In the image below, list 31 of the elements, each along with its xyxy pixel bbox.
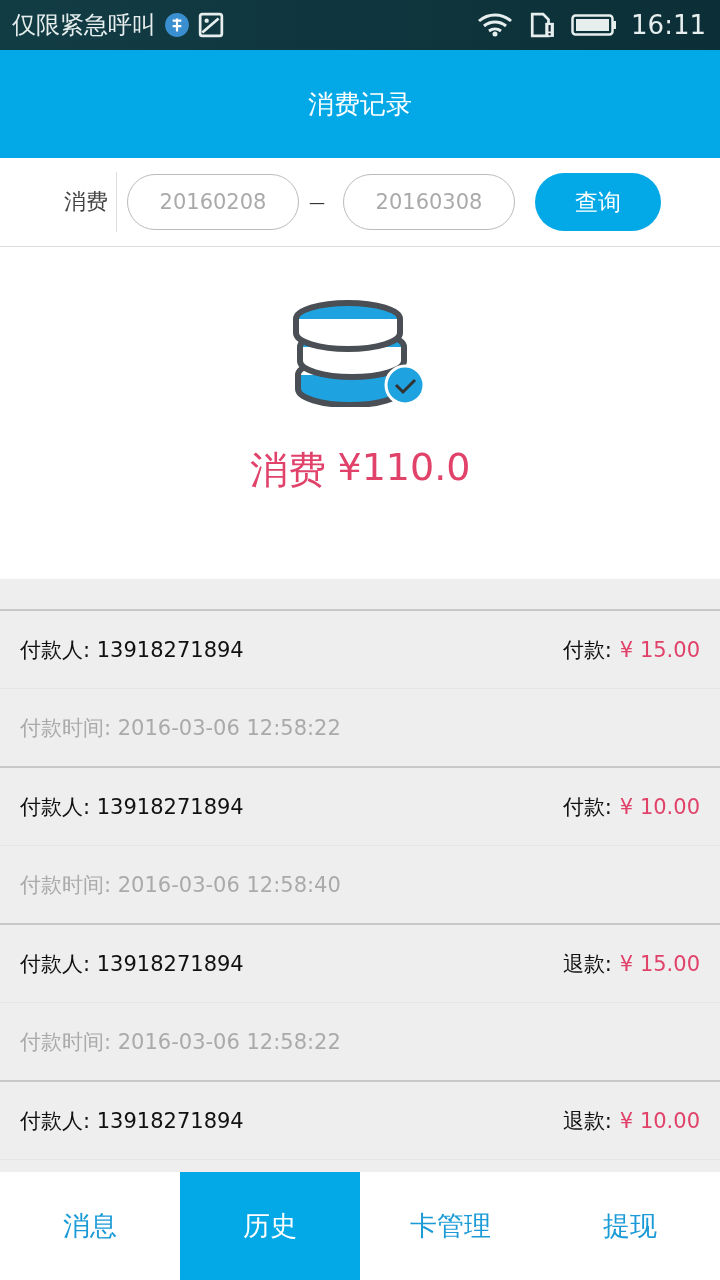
end-date-field[interactable]: 20160308 [343, 174, 515, 230]
app-icon [164, 12, 190, 38]
range-separator: — [309, 192, 325, 212]
payer-text: 付款人: 13918271894 [20, 636, 244, 664]
payment-amount: ¥ 10.00 [619, 1108, 700, 1133]
payment-time: 付款时间: 2016-03-06 12:58:22 [20, 1028, 341, 1056]
query-button[interactable]: 查询 [535, 173, 661, 231]
payment-amount: ¥ 15.00 [619, 951, 700, 976]
payment-time: 付款时间: 2016-03-06 12:58:22 [20, 714, 341, 742]
tab[interactable]: 历史 [180, 1172, 360, 1280]
payment-type: 退款: [562, 1107, 612, 1135]
payment-type: 付款: [562, 793, 612, 821]
payer-text: 付款人: 13918271894 [20, 950, 244, 978]
payment-amount: ¥ 15.00 [619, 637, 700, 662]
summary-label: 消费 [249, 447, 326, 494]
battery-icon [571, 12, 618, 38]
filter-label: 消费 [64, 172, 117, 232]
payer-text: 付款人: 13918271894 [20, 793, 244, 821]
start-date-field[interactable]: 20160208 [127, 174, 299, 230]
wifi-icon [477, 12, 514, 38]
payer-text: 付款人: 13918271894 [20, 1107, 244, 1135]
payment-time: 付款时间: 2016-03-06 12:58:40 [20, 871, 341, 899]
payment-amount: ¥ 10.00 [619, 794, 700, 819]
clock-text: 16:11 [631, 10, 706, 40]
payment-type: 退款: [562, 950, 612, 978]
carrier-text: 仅限紧急呼叫 [12, 10, 156, 41]
payment-type: 付款: [562, 636, 612, 664]
page-title: 消费记录 [308, 87, 412, 121]
image-icon [198, 12, 224, 38]
sim-card-icon [529, 12, 556, 38]
summary-amount: ¥110.0 [337, 445, 471, 491]
